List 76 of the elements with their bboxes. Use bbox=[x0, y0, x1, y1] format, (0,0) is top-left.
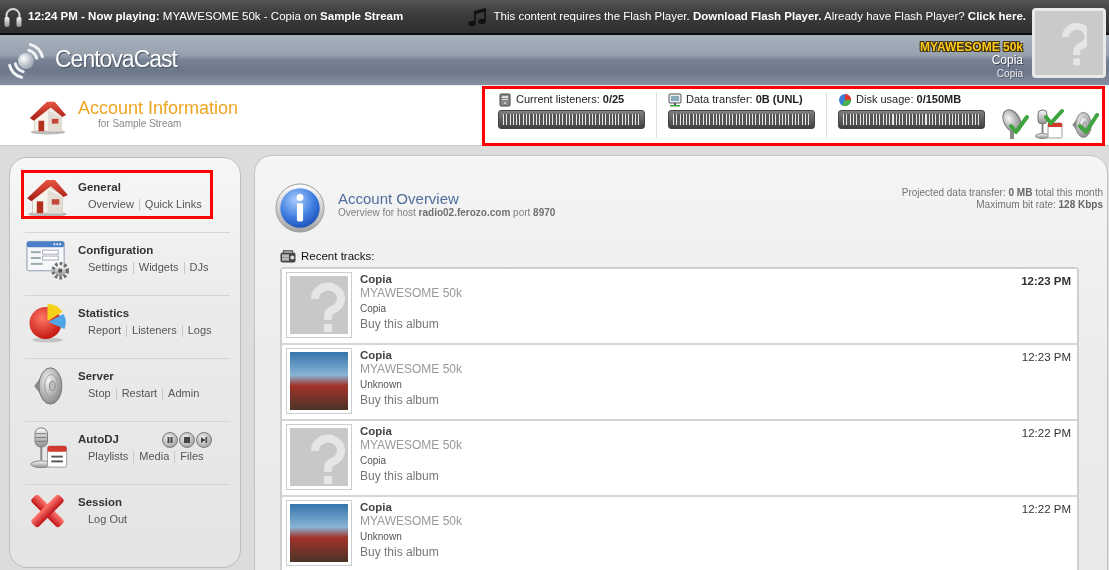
sidebar-link[interactable]: Admin bbox=[168, 387, 200, 401]
page-title: Account Information bbox=[78, 99, 239, 118]
buy-album-link[interactable]: Buy this album bbox=[360, 392, 439, 408]
nav-section-title: General bbox=[78, 181, 121, 195]
nav-section-title: Statistics bbox=[78, 307, 130, 321]
album-name: Copia bbox=[995, 67, 1023, 80]
meter-label: Data transfer: 0B (UNL) bbox=[686, 92, 803, 107]
overview-subtitle: Overview for host radio02.ferozo.com port 8970 bbox=[338, 207, 556, 218]
pause-icon bbox=[166, 436, 174, 444]
track-album: Unknown bbox=[360, 377, 403, 391]
track-time: 12:23 PM bbox=[1021, 273, 1072, 289]
page-subtitle: for Sample Stream bbox=[98, 118, 183, 129]
overview-title: Account Overview bbox=[338, 190, 460, 207]
sidebar-link[interactable]: Files bbox=[180, 450, 204, 464]
pause-button[interactable] bbox=[162, 432, 178, 448]
album-cover-photo bbox=[286, 347, 352, 414]
sidebar-link[interactable]: Listeners bbox=[132, 324, 177, 338]
stop-icon bbox=[183, 436, 191, 444]
skip-icon bbox=[200, 436, 208, 444]
sidebar-link[interactable]: DJs bbox=[189, 261, 209, 275]
buy-album-link[interactable]: Buy this album bbox=[360, 544, 439, 560]
sidebar-link[interactable]: Quick Links bbox=[144, 198, 202, 212]
info-icon bbox=[275, 183, 325, 233]
sidebar-link[interactable]: Report bbox=[88, 324, 122, 338]
track-artist: MYAWESOME 50k bbox=[360, 285, 464, 300]
sidebar-link[interactable]: Log Out bbox=[88, 513, 128, 527]
track-title: Copia bbox=[360, 500, 393, 514]
sidebar-link[interactable]: Settings bbox=[88, 261, 128, 275]
track-artist: MYAWESOME 50k bbox=[360, 513, 464, 528]
track-album: Copia bbox=[360, 453, 388, 467]
track-album: Copia bbox=[360, 301, 388, 315]
track-time: 12:22 PM bbox=[1021, 425, 1072, 441]
headphones-icon bbox=[4, 5, 22, 28]
nav-section-title: Server bbox=[78, 370, 114, 384]
album-cover-photo bbox=[286, 499, 352, 566]
radio-icon bbox=[280, 250, 296, 264]
track-title: Copia bbox=[360, 424, 393, 438]
artist-name: MYAWESOME 50k bbox=[920, 40, 1023, 54]
track-artist: MYAWESOME 50k bbox=[360, 361, 464, 376]
sidebar-link[interactable]: Logs bbox=[187, 324, 212, 338]
notice-link[interactable]: Click here. bbox=[967, 9, 1026, 22]
track-album: Unknown bbox=[360, 529, 403, 543]
microphone-calendar-check-icon bbox=[1034, 108, 1064, 140]
sidebar-link[interactable]: Media bbox=[139, 450, 170, 464]
sidebar-link[interactable]: Stop bbox=[88, 387, 111, 401]
song-title: Copia bbox=[990, 53, 1023, 67]
track-time: 12:23 PM bbox=[1021, 349, 1072, 365]
stop-button[interactable] bbox=[179, 432, 195, 448]
overview-stat: Projected data transfer: 0 MB total this month bbox=[901, 187, 1103, 199]
logo-text: CentovaCast bbox=[55, 46, 177, 74]
nav-section-title: AutoDJ bbox=[78, 433, 119, 447]
buy-album-link[interactable]: Buy this album bbox=[360, 468, 439, 484]
skip-button[interactable] bbox=[196, 432, 212, 448]
sidebar-link[interactable]: Widgets bbox=[138, 261, 179, 275]
track-artist: MYAWESOME 50k bbox=[360, 437, 464, 452]
flash-player-notice: This content requires the Flash Player. Download Flash Player. Already have Flash Player? Click here. bbox=[493, 9, 1026, 24]
track-title: Copia bbox=[360, 272, 393, 286]
now-playing-text: 12:24 PM - Now playing: MYAWESOME 50k - Copia on Sample Stream bbox=[28, 9, 404, 24]
satellite-dish-check-icon bbox=[999, 108, 1029, 140]
computer-tower-icon bbox=[498, 92, 512, 107]
track-title: Copia bbox=[360, 348, 393, 362]
recent-tracks-label: Recent tracks: bbox=[301, 250, 375, 264]
monitor-icon bbox=[668, 92, 682, 107]
nav-section-title: Configuration bbox=[78, 244, 154, 258]
sidebar-link[interactable]: Overview bbox=[88, 198, 134, 212]
meter-label: Current listeners: 0/25 bbox=[516, 92, 625, 107]
buy-album-link[interactable]: Buy this album bbox=[360, 316, 439, 332]
music-note-icon bbox=[467, 6, 486, 27]
sidebar-link[interactable]: Playlists bbox=[88, 450, 129, 464]
meter-label: Disk usage: 0/150MB bbox=[856, 92, 962, 107]
nav-section-title: Session bbox=[78, 496, 123, 510]
notice-link[interactable]: Download Flash Player. bbox=[692, 9, 822, 22]
pie-chart-icon bbox=[838, 92, 852, 107]
track-time: 12:22 PM bbox=[1021, 501, 1072, 517]
overview-stat: Maximum bit rate: 128 Kbps bbox=[975, 199, 1103, 211]
sidebar-link[interactable]: Restart bbox=[121, 387, 158, 401]
